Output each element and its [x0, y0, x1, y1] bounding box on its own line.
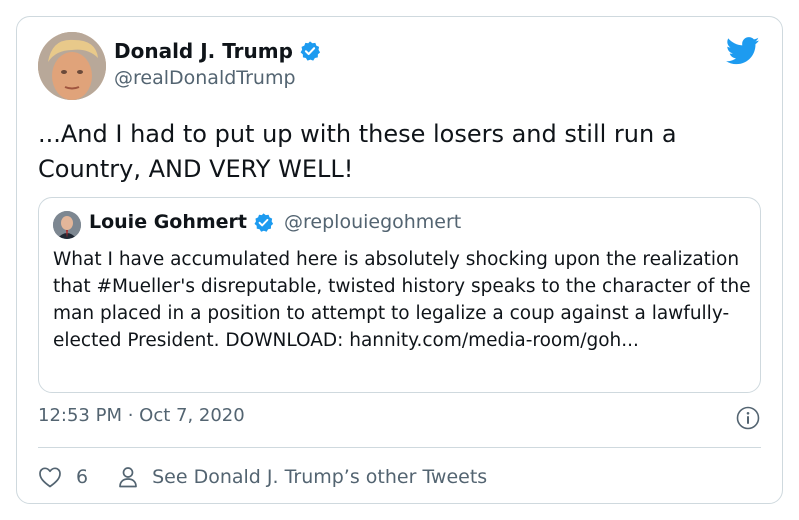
person-icon — [119, 467, 137, 488]
like-button[interactable]: 6 — [38, 466, 88, 488]
quoted-author-name[interactable]: Louie Gohmert — [89, 211, 247, 233]
heart-icon — [39, 467, 61, 488]
author-avatar[interactable] — [38, 32, 106, 100]
info-icon[interactable] — [736, 406, 760, 430]
quoted-author-row[interactable]: Louie Gohmert @replouiegohmert — [89, 211, 461, 233]
verified-badge-icon — [300, 41, 321, 61]
tweet-text: ...And I had to put up with these losers… — [38, 120, 677, 183]
author-handle[interactable]: @realDonaldTrump — [114, 67, 296, 89]
twitter-bird-icon[interactable] — [726, 37, 760, 65]
tweet-card: Donald J. Trump @realDonaldTrump ...And … — [16, 16, 783, 504]
action-bar: 6 See Donald J. Trump’s other Tweets — [38, 461, 487, 493]
verified-badge-icon — [254, 212, 274, 232]
author-name-row[interactable]: Donald J. Trump — [114, 39, 321, 63]
quoted-author-avatar[interactable] — [53, 211, 81, 239]
tweet-timestamp[interactable]: 12:53 PM · Oct 7, 2020 — [38, 405, 245, 426]
see-other-tweets-label[interactable]: See Donald J. Trump’s other Tweets — [152, 466, 487, 488]
quoted-tweet-text: What I have accumulated here is absolute… — [53, 249, 751, 351]
see-other-tweets-link[interactable]: See Donald J. Trump’s other Tweets — [118, 466, 487, 488]
divider — [38, 447, 761, 448]
quoted-author-handle[interactable]: @replouiegohmert — [284, 211, 461, 233]
author-name[interactable]: Donald J. Trump — [114, 39, 293, 63]
like-count: 6 — [76, 466, 89, 488]
quoted-tweet[interactable]: Louie Gohmert @replouiegohmert What I ha… — [38, 197, 761, 393]
